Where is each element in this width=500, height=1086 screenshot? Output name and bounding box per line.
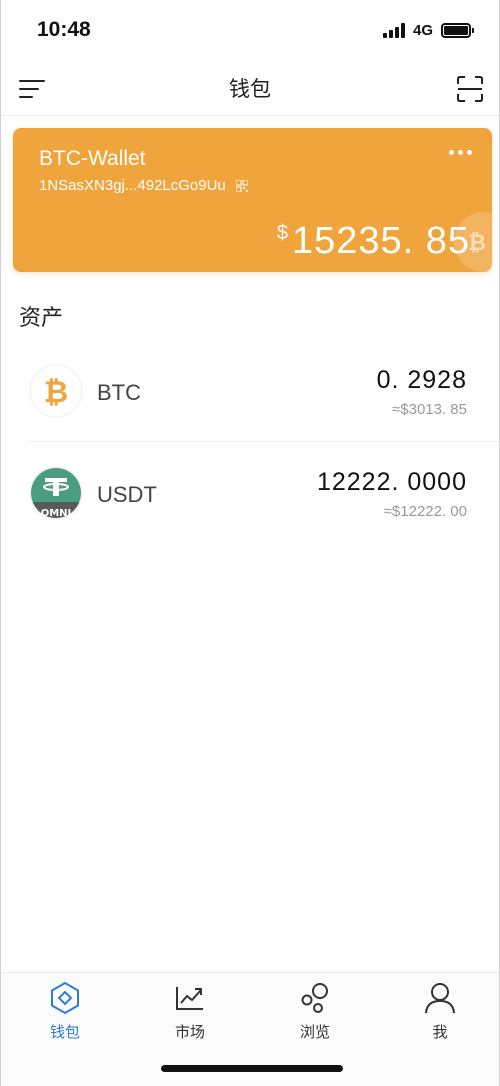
tab-wallet[interactable]: 钱包 <box>20 981 110 1045</box>
wallet-card[interactable]: ₿ BTC-Wallet 1NSasXN3gj...492LcGo9Uu $ 1… <box>13 128 492 272</box>
asset-fiat-value: ≈$12222. 00 <box>383 503 467 520</box>
market-icon <box>176 987 203 1010</box>
battery-icon <box>441 22 474 38</box>
wallet-address-text: 1NSasXN3gj...492LcGo9Uu <box>39 177 226 194</box>
asset-fiat-value: ≈$3013. 85 <box>392 401 467 418</box>
asset-amount: 12222. 0000 <box>316 468 467 496</box>
asset-name: BTC <box>97 380 141 405</box>
asset-row-btc[interactable]: ₿ BTC 0. 2928 ≈$3013. 85 <box>27 342 499 442</box>
wallet-balance: $ 15235. 85 <box>277 220 470 263</box>
tab-me[interactable]: 我 <box>395 981 485 1045</box>
scan-icon[interactable] <box>457 76 483 102</box>
tether-omni-icon: OMNI <box>29 466 83 520</box>
nav-bar: 钱包 <box>1 60 499 116</box>
assets-section-title: 资产 <box>19 305 64 330</box>
bitcoin-icon: ₿ <box>29 364 83 418</box>
network-type: 4G <box>412 21 433 39</box>
menu-icon[interactable] <box>19 78 45 100</box>
wallet-address[interactable]: 1NSasXN3gj...492LcGo9Uu <box>39 177 248 194</box>
qr-code-icon[interactable] <box>235 179 248 192</box>
asset-row-usdt[interactable]: OMNI USDT 12222. 0000 ≈$12222. 00 <box>1 444 499 544</box>
balance-value: 15235. 85 <box>291 220 470 262</box>
asset-name: USDT <box>97 482 157 507</box>
wallet-name: BTC-Wallet <box>39 147 146 170</box>
status-bar: 10:48 4G <box>1 0 499 60</box>
svg-text:₿: ₿ <box>468 231 486 256</box>
tab-browse[interactable]: 浏览 <box>270 981 360 1045</box>
tab-label: 钱包 <box>49 1024 80 1041</box>
page-title: 钱包 <box>229 77 271 101</box>
tab-market[interactable]: 市场 <box>145 981 235 1045</box>
signal-icon <box>382 22 405 38</box>
omni-badge-text: OMNI <box>41 508 72 519</box>
tab-label: 市场 <box>174 1024 205 1041</box>
status-time: 10:48 <box>37 18 91 41</box>
balance-currency: $ <box>276 222 288 244</box>
asset-amount: 0. 2928 <box>376 366 467 394</box>
svg-text:₿: ₿ <box>44 375 68 410</box>
wallet-icon <box>51 981 79 1015</box>
profile-icon <box>425 983 455 1014</box>
status-indicators: 4G <box>382 21 474 39</box>
tab-label: 浏览 <box>299 1024 330 1041</box>
bottom-tab-bar: 钱包 市场 浏览 我 <box>1 972 499 1086</box>
more-options-icon[interactable] <box>449 150 472 155</box>
home-indicator <box>161 1065 343 1072</box>
tab-label: 我 <box>432 1024 448 1041</box>
browse-icon <box>301 983 328 1013</box>
